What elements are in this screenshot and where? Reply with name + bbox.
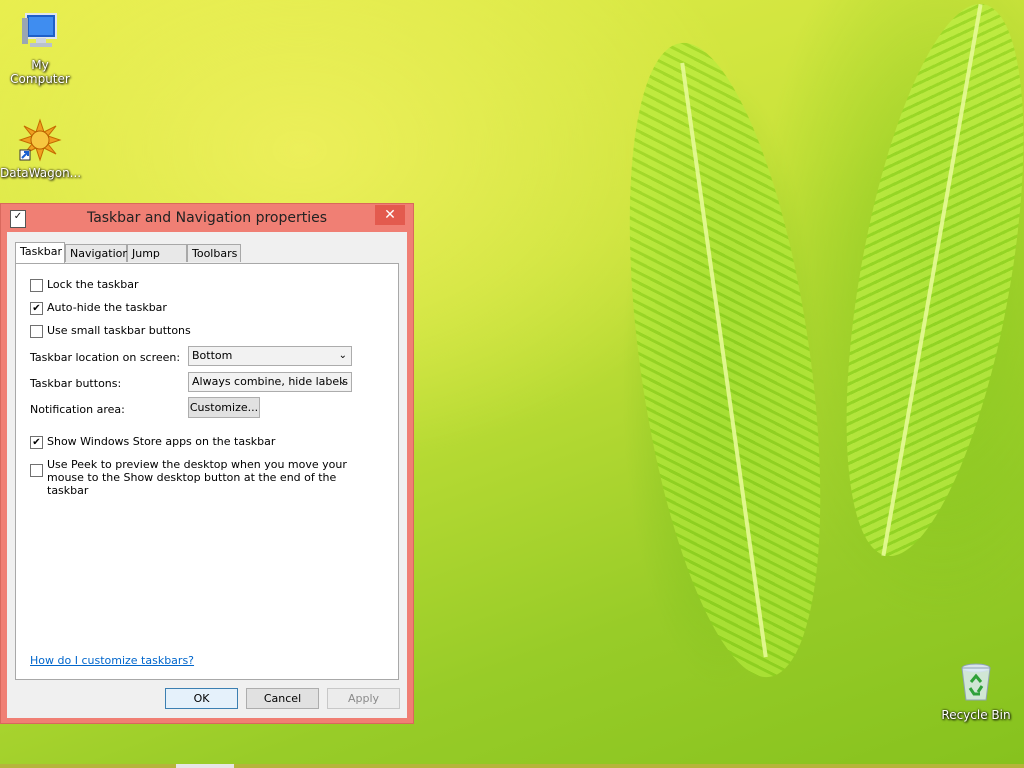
checkbox-box[interactable]: ✔ <box>30 302 43 315</box>
chevron-down-icon: ⌄ <box>338 350 347 361</box>
datawagon-icon <box>18 118 62 162</box>
tab-label: Navigation <box>70 247 130 260</box>
desktop-icon-my-computer[interactable]: My Computer <box>0 10 80 86</box>
help-link[interactable]: How do I customize taskbars? <box>30 654 194 667</box>
tab-toolbars[interactable]: Toolbars <box>187 244 241 262</box>
small-buttons-checkbox[interactable]: Use small taskbar buttons <box>30 324 191 338</box>
dialog-body: Taskbar Navigation Jump Lists Toolbars L… <box>7 232 407 718</box>
tab-jump-lists[interactable]: Jump Lists <box>127 244 187 278</box>
chevron-down-icon: ⌄ <box>338 376 347 387</box>
wallpaper-leaf <box>812 0 1024 569</box>
store-apps-checkbox[interactable]: ✔ Show Windows Store apps on the taskbar <box>30 435 275 449</box>
lock-taskbar-checkbox[interactable]: Lock the taskbar <box>30 278 139 292</box>
close-button[interactable]: ✕ <box>375 205 405 225</box>
checkbox-box[interactable] <box>30 279 43 292</box>
customize-button[interactable]: Customize... <box>188 397 260 418</box>
taskbar-properties-dialog: ✓ Taskbar and Navigation properties ✕ Ta… <box>0 203 414 724</box>
desktop-icon-label: My Computer <box>10 58 70 86</box>
checkbox-box[interactable] <box>30 325 43 338</box>
tab-label: Taskbar <box>20 245 62 258</box>
tab-taskbar[interactable]: Taskbar <box>15 242 65 263</box>
desktop-icon-datawagon[interactable]: DataWagon... <box>0 118 82 180</box>
taskbar-location-select[interactable]: Bottom ⌄ <box>188 346 352 366</box>
auto-hide-checkbox[interactable]: ✔ Auto-hide the taskbar <box>30 301 167 315</box>
peek-checkbox[interactable]: Use Peek to preview the desktop when you… <box>30 458 380 497</box>
recycle-bin-icon <box>954 660 998 704</box>
checkbox-label: Show Windows Store apps on the taskbar <box>47 435 276 448</box>
select-value: Always combine, hide labels <box>192 375 348 388</box>
checkbox-box[interactable] <box>30 464 43 477</box>
dialog-title: Taskbar and Navigation properties <box>86 210 328 226</box>
desktop-icon-label: DataWagon... <box>0 166 82 180</box>
tab-label: Toolbars <box>192 247 238 260</box>
taskbar-tab-panel: Lock the taskbar ✔ Auto-hide the taskbar… <box>15 263 399 680</box>
checkmark-icon: ✔ <box>32 437 41 448</box>
notification-area-label: Notification area: <box>30 403 125 416</box>
location-label: Taskbar location on screen: <box>30 351 181 364</box>
desktop-icon-label: Recycle Bin <box>941 708 1011 722</box>
select-value: Bottom <box>192 349 233 362</box>
checkbox-label: Use Peek to preview the desktop when you… <box>47 458 347 497</box>
checkbox-box[interactable]: ✔ <box>30 436 43 449</box>
apply-button[interactable]: Apply <box>327 688 400 709</box>
hidden-taskbar-edge[interactable] <box>0 764 1024 768</box>
taskbar-buttons-select[interactable]: Always combine, hide labels ⌄ <box>188 372 352 392</box>
checkmark-icon: ✔ <box>32 303 41 314</box>
desktop-icon-recycle-bin[interactable]: Recycle Bin <box>936 660 1016 722</box>
taskbar-highlight <box>176 764 234 768</box>
ok-button[interactable]: OK <box>165 688 238 709</box>
computer-icon <box>18 10 62 54</box>
taskbar-buttons-label: Taskbar buttons: <box>30 377 122 390</box>
checkbox-label: Lock the taskbar <box>47 278 139 291</box>
tab-navigation[interactable]: Navigation <box>65 244 130 262</box>
title-bar[interactable]: ✓ Taskbar and Navigation properties ✕ <box>1 204 413 232</box>
checkbox-label: Auto-hide the taskbar <box>47 301 167 314</box>
checkbox-label: Use small taskbar buttons <box>47 324 191 337</box>
close-icon: ✕ <box>384 207 396 223</box>
cancel-button[interactable]: Cancel <box>246 688 319 709</box>
